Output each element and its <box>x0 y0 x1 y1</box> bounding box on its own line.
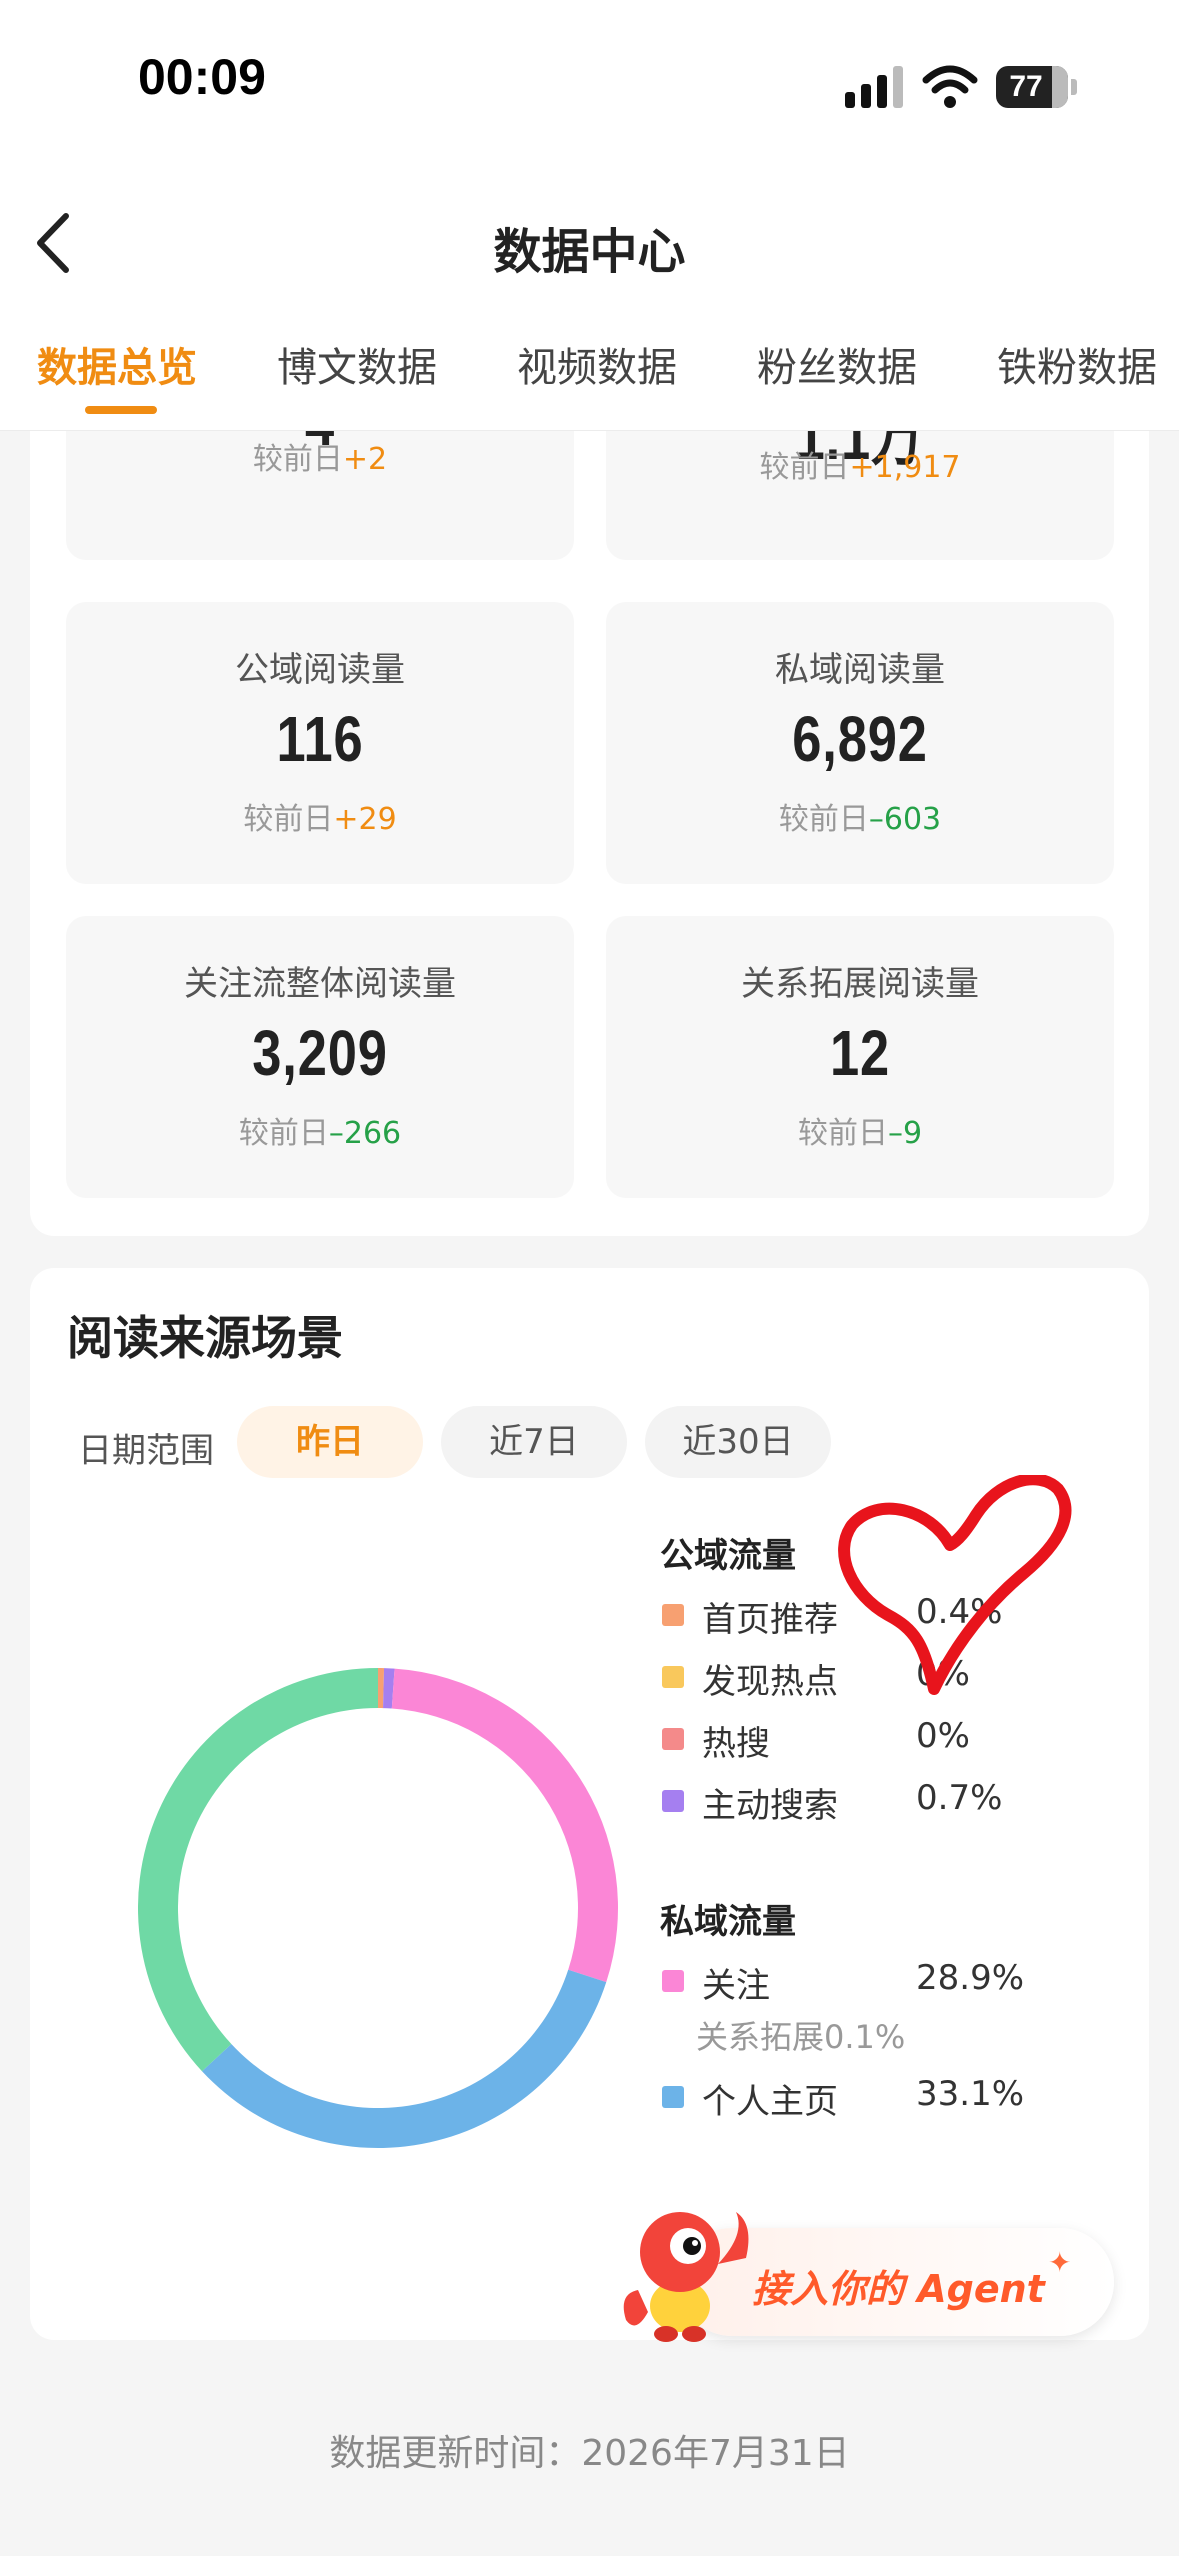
legend-percent: 0.7% <box>916 1778 1003 1818</box>
legend-percent: 0% <box>916 1716 970 1756</box>
range-yesterday-button[interactable]: 昨日 <box>237 1406 423 1478</box>
active-tab-indicator <box>85 406 157 414</box>
stat-value: 116 <box>276 703 364 775</box>
battery-level: 77 <box>1009 70 1043 103</box>
overview-card: 4 较前日+2 1.1万 较前日+1,917 公域阅读量 116 较前日+29 … <box>30 350 1149 1236</box>
legend-name: 关注 <box>702 1966 770 2006</box>
stat-label: 关系拓展阅读量 <box>741 964 979 1004</box>
stat-tile-follow-feed-reads[interactable]: 关注流整体阅读量 3,209 较前日–266 <box>66 916 574 1198</box>
legend-item: 关注 28.9% <box>660 1956 1140 2006</box>
wifi-icon <box>922 65 978 108</box>
agent-label: 接入你的 Agent <box>752 2267 1045 2311</box>
legend-name: 个人主页 <box>702 2082 838 2122</box>
public-traffic-title: 公域流量 <box>660 1536 796 1576</box>
source-donut-chart <box>137 1668 618 2148</box>
legend-name: 主动搜索 <box>702 1786 838 1826</box>
battery-icon: 77 <box>996 66 1080 108</box>
stat-compare: 较前日+1,917 <box>759 450 961 485</box>
relation-extension-note: 关系拓展0.1% <box>696 2018 906 2056</box>
donut-slice <box>378 1668 385 1709</box>
sparkle-icon: ✦ <box>1048 2246 1072 2279</box>
legend-percent: 33.1% <box>916 2074 1025 2114</box>
legend-swatch <box>662 1604 684 1626</box>
tab-overview[interactable]: 数据总览 <box>37 335 197 393</box>
stat-tile-private-reads[interactable]: 私域阅读量 6,892 较前日–603 <box>606 602 1114 884</box>
top-bar: 00:09 77 数据中心 数据总览 博文数据 视频数据 粉丝数据 铁粉数据 <box>0 0 1179 431</box>
donut-slice <box>137 1668 378 2072</box>
donut-slice <box>202 1969 607 2148</box>
legend-name: 发现热点 <box>702 1662 838 1702</box>
read-source-card: 阅读来源场景 日期范围 昨日 近7日 近30日 公域流量 首页推荐 0.4% 发… <box>30 1268 1149 2340</box>
data-update-time: 数据更新时间：2026年7月31日 <box>329 2433 850 2474</box>
legend-percent: 28.9% <box>916 1958 1025 1998</box>
stat-label: 关注流整体阅读量 <box>184 964 456 1004</box>
legend-name: 首页推荐 <box>702 1600 838 1640</box>
agent-mascot-icon <box>623 2212 749 2342</box>
legend-name: 热搜 <box>702 1724 770 1764</box>
legend-swatch <box>662 1970 684 1992</box>
tab-video-data[interactable]: 视频数据 <box>517 335 677 393</box>
tab-post-data[interactable]: 博文数据 <box>277 335 437 393</box>
stat-tile-public-reads[interactable]: 公域阅读量 116 较前日+29 <box>66 602 574 884</box>
connect-agent-button[interactable]: 接入你的 Agent ✦ <box>618 2212 1118 2342</box>
range-30d-button[interactable]: 近30日 <box>645 1406 831 1478</box>
tab-bar: 数据总览 博文数据 视频数据 粉丝数据 铁粉数据 <box>0 335 1179 430</box>
legend-item: 个人主页 33.1% <box>660 2072 1140 2122</box>
donut-slice <box>391 1668 618 1983</box>
stat-label: 公域阅读量 <box>235 650 405 690</box>
legend-swatch <box>662 1790 684 1812</box>
page-title: 数据中心 <box>493 224 686 280</box>
stat-compare: 较前日+29 <box>243 802 397 837</box>
legend-swatch <box>662 1666 684 1688</box>
stat-compare: 较前日–603 <box>778 802 942 837</box>
tab-iron-fans-data[interactable]: 铁粉数据 <box>997 335 1157 393</box>
private-traffic-title: 私域流量 <box>660 1902 796 1942</box>
status-time: 00:09 <box>138 49 266 105</box>
stat-value: 3,209 <box>252 1017 388 1089</box>
stat-tile-relation-reads[interactable]: 关系拓展阅读量 12 较前日–9 <box>606 916 1114 1198</box>
stat-value: 6,892 <box>792 703 928 775</box>
legend-swatch <box>662 2086 684 2108</box>
stat-compare: 较前日–9 <box>797 1116 923 1151</box>
stat-compare: 较前日+2 <box>252 442 388 477</box>
legend-swatch <box>662 1728 684 1750</box>
stat-value: 12 <box>829 1017 891 1089</box>
section-title: 阅读来源场景 <box>67 1311 343 1365</box>
legend-item: 热搜 0% <box>660 1714 1140 1764</box>
signal-icon <box>845 66 903 108</box>
tab-fans-data[interactable]: 粉丝数据 <box>757 335 917 393</box>
date-range-label: 日期范围 <box>78 1431 214 1471</box>
stat-label: 私域阅读量 <box>775 650 945 690</box>
range-7d-button[interactable]: 近7日 <box>441 1406 627 1478</box>
heart-doodle <box>838 1475 1072 1695</box>
stat-compare: 较前日–266 <box>238 1116 402 1151</box>
legend-item: 主动搜索 0.7% <box>660 1776 1140 1826</box>
